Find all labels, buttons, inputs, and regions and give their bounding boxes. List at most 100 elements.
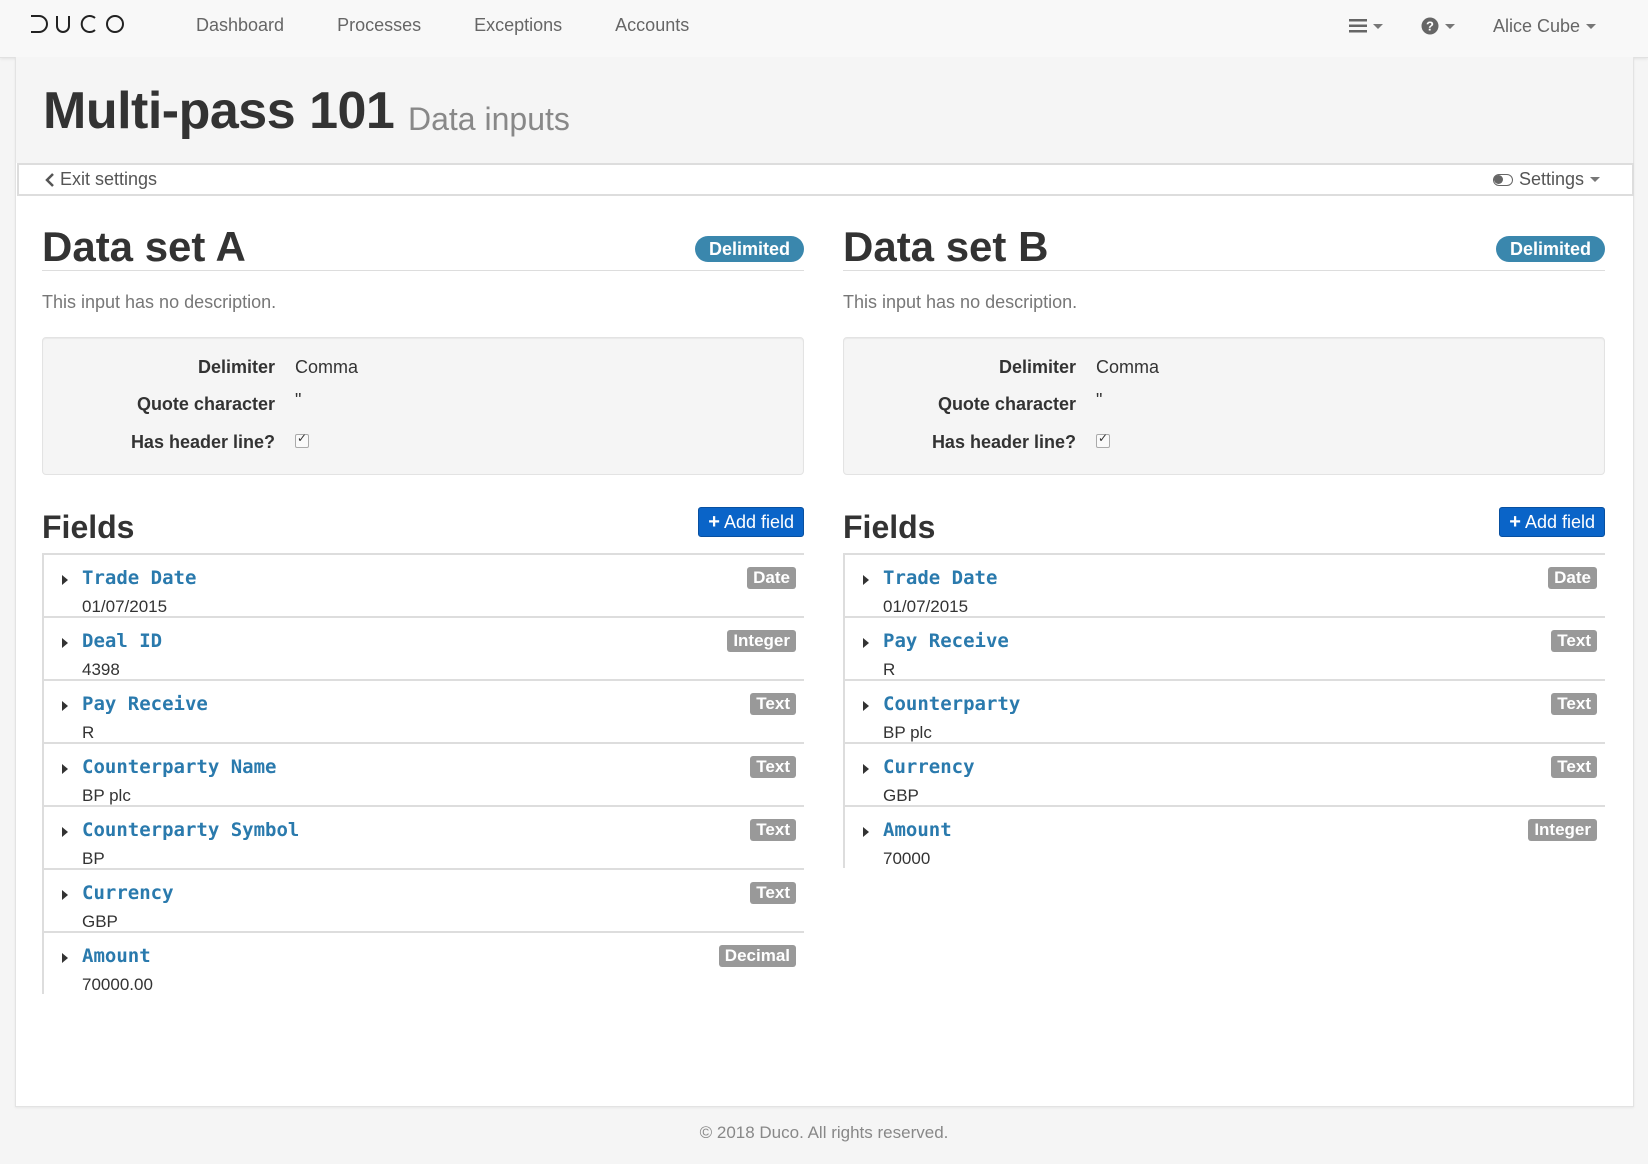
page-header: Multi-pass 101 Data inputs bbox=[16, 57, 1633, 163]
fields-title: Fields bbox=[843, 509, 936, 545]
type-badge: Text bbox=[1551, 693, 1597, 715]
field-name[interactable]: Currency bbox=[82, 882, 174, 904]
user-menu[interactable]: Alice Cube bbox=[1493, 16, 1596, 37]
field-row[interactable]: Pay Receive R Text bbox=[845, 618, 1605, 681]
dataset-b-properties: Delimiter Comma Quote character " Has he… bbox=[843, 337, 1605, 475]
fields-header: Fields + Add field bbox=[843, 507, 1605, 555]
dataset-a-properties: Delimiter Comma Quote character " Has he… bbox=[42, 337, 804, 475]
field-name[interactable]: Trade Date bbox=[82, 567, 196, 589]
field-sample: GBP bbox=[883, 786, 919, 805]
plus-icon: + bbox=[708, 511, 720, 533]
field-row[interactable]: Trade Date 01/07/2015 Date bbox=[845, 555, 1605, 618]
dataset-b-title: Data set B bbox=[843, 223, 1049, 270]
delimiter-value: Comma bbox=[295, 357, 359, 377]
expand-icon[interactable] bbox=[863, 701, 869, 711]
field-sample: 01/07/2015 bbox=[82, 597, 168, 616]
field-sample: 01/07/2015 bbox=[883, 597, 969, 616]
field-list: Trade Date 01/07/2015 Date Pay Receive R Tex… bbox=[843, 555, 1605, 868]
type-badge: Integer bbox=[727, 630, 796, 652]
field-row[interactable]: Currency GBP Text bbox=[845, 744, 1605, 807]
field-sample: R bbox=[82, 723, 95, 742]
dataset-b-description: This input has no description. bbox=[843, 292, 1078, 312]
add-field-button[interactable]: + Add field bbox=[1499, 507, 1605, 537]
add-field-label: Add field bbox=[1524, 512, 1595, 532]
field-name[interactable]: Trade Date bbox=[883, 567, 997, 589]
field-row[interactable]: Amount 70000.00 Decimal bbox=[44, 933, 804, 994]
type-badge: Text bbox=[750, 882, 796, 904]
field-name[interactable]: Pay Receive bbox=[82, 693, 208, 715]
expand-icon[interactable] bbox=[62, 764, 68, 774]
expand-icon[interactable] bbox=[863, 827, 869, 837]
field-row[interactable]: Counterparty BP plc Text bbox=[845, 681, 1605, 744]
field-name[interactable]: Counterparty Name bbox=[82, 756, 276, 778]
field-name[interactable]: Amount bbox=[883, 819, 952, 841]
main-nav: Dashboard Processes Exceptions Accounts bbox=[196, 0, 742, 52]
header-line-checkbox[interactable] bbox=[1096, 431, 1110, 448]
settings-bar: Exit settings Settings bbox=[17, 163, 1634, 196]
add-field-button[interactable]: + Add field bbox=[698, 507, 804, 537]
duco-logo[interactable] bbox=[29, 12, 129, 36]
nav-dashboard[interactable]: Dashboard bbox=[196, 0, 284, 52]
chevron-left-icon bbox=[45, 172, 54, 187]
field-row[interactable]: Currency GBP Text bbox=[44, 870, 804, 933]
type-badge: Integer bbox=[1528, 819, 1597, 841]
type-badge: Text bbox=[750, 693, 796, 715]
format-badge: Delimited bbox=[694, 236, 804, 262]
field-sample: BP plc bbox=[883, 723, 932, 742]
field-name[interactable]: Counterparty bbox=[883, 693, 1020, 715]
hamburger-icon bbox=[1348, 19, 1367, 33]
field-name[interactable]: Deal ID bbox=[82, 630, 162, 652]
field-row[interactable]: Amount 70000 Integer bbox=[845, 807, 1605, 868]
dataset-a-title: Data set A bbox=[42, 223, 246, 270]
field-name[interactable]: Pay Receive bbox=[883, 630, 1009, 652]
quote-label: Quote character bbox=[136, 394, 275, 414]
expand-icon[interactable] bbox=[62, 575, 68, 585]
nav-exceptions[interactable]: Exceptions bbox=[474, 0, 562, 52]
field-sample: BP plc bbox=[82, 786, 131, 805]
header-line-checkbox[interactable] bbox=[295, 431, 309, 448]
nav-right: ? Alice Cube bbox=[1348, 0, 1648, 52]
page-subtitle: Data inputs bbox=[408, 101, 570, 137]
settings-dropdown[interactable]: Settings bbox=[1492, 169, 1600, 190]
field-row[interactable]: Counterparty Symbol BP Text bbox=[44, 807, 804, 870]
field-list: Trade Date 01/07/2015 Date Deal ID 4398 Inte… bbox=[42, 555, 804, 994]
type-badge: Decimal bbox=[718, 945, 796, 967]
expand-icon[interactable] bbox=[62, 953, 68, 963]
expand-icon[interactable] bbox=[62, 638, 68, 648]
expand-icon[interactable] bbox=[62, 827, 68, 837]
expand-icon[interactable] bbox=[863, 575, 869, 585]
chevron-down-icon bbox=[1590, 177, 1600, 182]
field-sample: GBP bbox=[82, 912, 118, 931]
help-dropdown[interactable]: ? bbox=[1421, 17, 1455, 35]
quote-value: " bbox=[1096, 390, 1103, 410]
chevron-down-icon bbox=[1372, 23, 1383, 29]
field-sample: 70000 bbox=[883, 849, 931, 868]
menu-dropdown[interactable] bbox=[1348, 19, 1383, 33]
expand-icon[interactable] bbox=[62, 890, 68, 900]
field-name[interactable]: Counterparty Symbol bbox=[82, 819, 299, 841]
type-badge: Text bbox=[1551, 756, 1597, 778]
add-field-label: Add field bbox=[723, 512, 794, 532]
page-title: Multi-pass 101 bbox=[43, 82, 395, 140]
expand-icon[interactable] bbox=[863, 638, 869, 648]
field-row[interactable]: Pay Receive R Text bbox=[44, 681, 804, 744]
field-name[interactable]: Amount bbox=[82, 945, 151, 967]
delimiter-value: Comma bbox=[1096, 357, 1160, 377]
expand-icon[interactable] bbox=[62, 701, 68, 711]
expand-icon[interactable] bbox=[863, 764, 869, 774]
dataset-b-header: Data set B Delimited bbox=[843, 223, 1605, 271]
field-row[interactable]: Deal ID 4398 Integer bbox=[44, 618, 804, 681]
type-badge: Text bbox=[1551, 630, 1597, 652]
nav-accounts[interactable]: Accounts bbox=[615, 0, 689, 52]
plus-icon: + bbox=[1509, 511, 1521, 533]
field-sample: 70000.00 bbox=[82, 975, 153, 994]
field-row[interactable]: Trade Date 01/07/2015 Date bbox=[44, 555, 804, 618]
exit-settings-link[interactable]: Exit settings bbox=[45, 169, 157, 190]
field-sample: 4398 bbox=[82, 660, 120, 679]
type-badge: Date bbox=[1548, 567, 1597, 589]
field-name[interactable]: Currency bbox=[883, 756, 975, 778]
nav-processes[interactable]: Processes bbox=[337, 0, 421, 52]
header-line-label: Has header line? bbox=[931, 432, 1076, 452]
format-badge: Delimited bbox=[1495, 236, 1605, 262]
field-row[interactable]: Counterparty Name BP plc Text bbox=[44, 744, 804, 807]
